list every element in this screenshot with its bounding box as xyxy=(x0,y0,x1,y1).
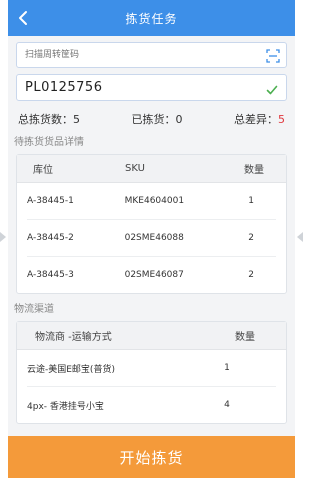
page-title: 拣货任务 xyxy=(125,11,178,26)
table-row[interactable]: A-38445-1 MKE4604001 1 xyxy=(27,183,276,220)
row-qty: 2 xyxy=(248,270,254,280)
header-bar: 拣货任务 xyxy=(8,0,295,36)
left-edge xyxy=(0,0,8,478)
logistics-table-header: 物流商 -运输方式 数量 xyxy=(17,322,286,350)
row-sku: 02SME46087 xyxy=(124,270,184,280)
total-pick-stat: 总拣货数：5 xyxy=(18,111,80,127)
scan-input[interactable] xyxy=(17,49,247,61)
right-arrow-icon xyxy=(297,232,303,242)
scan-icon[interactable] xyxy=(266,48,280,67)
row-sku: 02SME46088 xyxy=(124,233,184,243)
logistics-section-label: 物流渠道 xyxy=(14,304,54,315)
diff-label: 总差异： xyxy=(234,113,278,126)
logistics-table: 物流商 -运输方式 数量 云途-美国E邮宝(普货) 1 4px- 香港挂号小宝 … xyxy=(16,321,287,424)
col-qty: 数量 xyxy=(244,165,264,176)
row-carrier: 4px- 香港挂号小宝 xyxy=(27,401,104,412)
col-carrier: 物流商 -运输方式 xyxy=(35,332,112,343)
table-row[interactable]: 云途-美国E邮宝(普货) 1 xyxy=(27,350,276,387)
total-pick-label: 总拣货数： xyxy=(18,113,73,126)
picked-stat: 已拣货：0 xyxy=(132,111,183,127)
diff-stat: 总差异：5 xyxy=(234,111,285,127)
row-carrier: 云途-美国E邮宝(普货) xyxy=(27,364,115,375)
row-logistics-qty: 1 xyxy=(224,363,230,373)
row-location: A-38445-3 xyxy=(27,270,74,280)
task-code-field[interactable]: PL0125756 xyxy=(16,74,287,101)
row-qty: 1 xyxy=(248,196,254,206)
col-logistics-qty: 数量 xyxy=(235,332,255,343)
phone-screen: 拣货任务 PL0125756 总拣货数：5 已拣货：0 总差异：5 待拣货货品详… xyxy=(8,0,295,478)
row-qty: 2 xyxy=(248,233,254,243)
scan-field[interactable] xyxy=(16,42,287,68)
row-logistics-qty: 4 xyxy=(224,400,230,410)
col-location: 库位 xyxy=(33,165,53,176)
back-arrow-icon[interactable] xyxy=(14,8,34,28)
goods-table: 库位 SKU 数量 A-38445-1 MKE4604001 1 A-38445… xyxy=(16,154,287,294)
table-row[interactable]: A-38445-2 02SME46088 2 xyxy=(27,220,276,257)
goods-section-label: 待拣货货品详情 xyxy=(14,137,84,148)
row-location: A-38445-1 xyxy=(27,196,74,206)
col-sku: SKU xyxy=(125,163,145,174)
picked-value: 0 xyxy=(175,113,183,126)
total-pick-value: 5 xyxy=(73,113,80,126)
diff-value: 5 xyxy=(278,113,285,126)
table-row[interactable]: A-38445-3 02SME46087 2 xyxy=(27,257,276,293)
left-arrow-icon xyxy=(0,232,6,242)
goods-table-header: 库位 SKU 数量 xyxy=(17,155,286,183)
row-location: A-38445-2 xyxy=(27,233,74,243)
pick-stats: 总拣货数：5 已拣货：0 总差异：5 xyxy=(18,111,285,127)
start-picking-button[interactable]: 开始拣货 xyxy=(8,436,295,478)
picked-label: 已拣货： xyxy=(131,113,176,126)
right-edge xyxy=(295,0,303,478)
row-sku: MKE4604001 xyxy=(124,196,185,206)
task-code-value: PL0125756 xyxy=(25,80,103,95)
table-row[interactable]: 4px- 香港挂号小宝 4 xyxy=(27,387,276,423)
check-icon xyxy=(266,81,278,100)
